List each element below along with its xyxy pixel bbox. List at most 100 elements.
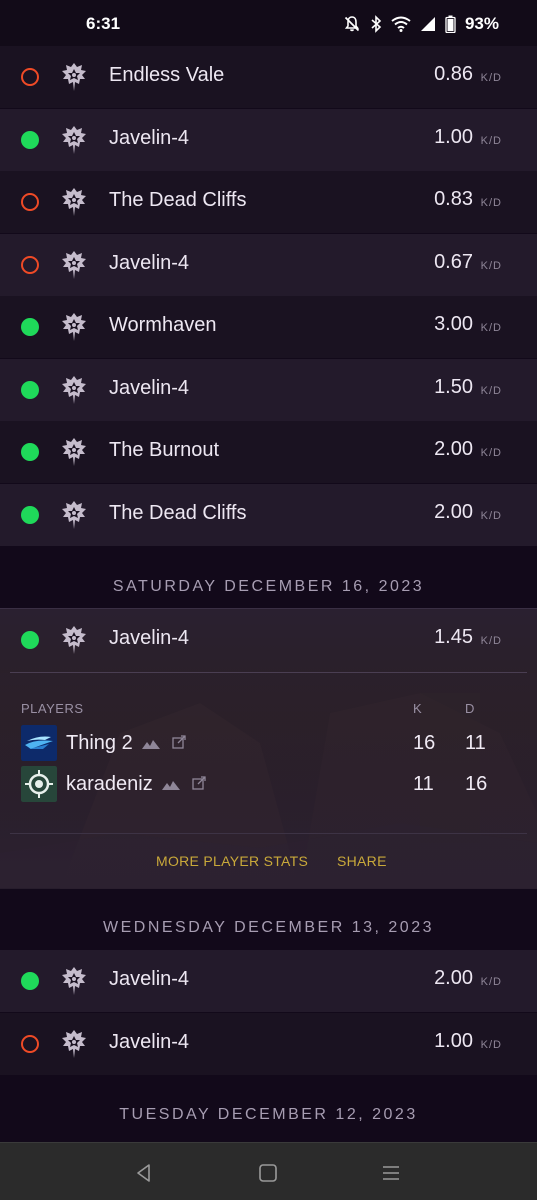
player-kills: 11	[413, 773, 434, 795]
win-indicator	[21, 130, 39, 149]
player-row[interactable]: karadeniz 11 16	[21, 766, 521, 802]
crucible-icon	[62, 188, 86, 216]
player-deaths: 16	[465, 773, 488, 795]
kd-unit: K/D	[480, 72, 502, 84]
status-icons: 93%	[343, 14, 499, 34]
map-name: Javelin-4	[109, 968, 190, 990]
kd-unit: K/D	[480, 447, 502, 459]
kd-value: 2.00	[434, 967, 473, 989]
map-name: Javelin-4	[109, 627, 190, 649]
map-name: Javelin-4	[109, 126, 190, 149]
map-name: Endless Vale	[109, 64, 225, 86]
mute-icon	[344, 16, 360, 32]
divider	[10, 672, 527, 673]
more-player-stats-button[interactable]: MORE PLAYER STATS	[156, 853, 308, 869]
kd-unit: K/D	[480, 197, 502, 209]
external-link-icon[interactable]	[192, 776, 206, 790]
loss-indicator	[21, 255, 39, 274]
kd-unit: K/D	[480, 384, 502, 397]
activity-row[interactable]: Endless Vale 0.86 K/D	[0, 46, 537, 108]
bluetooth-icon	[371, 15, 382, 33]
activity-history-screen: 6:31 93% Endless Vale 0.86 K/D Javelin-4…	[0, 0, 537, 1200]
activity-row[interactable]: Javelin-4 1.00 K/D	[0, 1012, 537, 1075]
system-navigation-bar	[0, 1142, 537, 1200]
status-bar: 6:31 93%	[0, 0, 537, 48]
kd-unit: K/D	[480, 635, 502, 647]
activity-row[interactable]: The Dead Cliffs 2.00 K/D	[0, 483, 537, 546]
platform-icon	[162, 781, 181, 790]
kd-unit: K/D	[480, 976, 502, 988]
player-emblem	[21, 766, 57, 802]
win-indicator	[21, 972, 39, 990]
kd-value: 2.00	[434, 500, 473, 523]
crucible-icon	[62, 500, 86, 529]
player-name[interactable]: Thing 2	[66, 732, 186, 755]
recents-icon[interactable]	[379, 1161, 403, 1185]
activity-row[interactable]: The Burnout 2.00 K/D	[0, 421, 537, 483]
players-heading: PLAYERS	[21, 701, 84, 716]
kd-value: 2.00	[434, 438, 473, 460]
kd-value: 1.50	[434, 375, 473, 398]
loss-indicator	[21, 1034, 39, 1053]
kd-value: 1.45	[434, 626, 473, 648]
win-indicator	[21, 318, 39, 336]
activity-row[interactable]: Javelin-4 2.00 K/D	[0, 950, 537, 1012]
kd-unit: K/D	[480, 322, 502, 334]
divider	[10, 833, 527, 834]
kd-value: 0.83	[434, 188, 473, 210]
player-deaths: 11	[465, 732, 486, 754]
deaths-column-heading: D	[465, 701, 475, 716]
crucible-icon	[62, 313, 86, 341]
status-time: 6:31	[86, 14, 121, 33]
expanded-activity-row[interactable]: Javelin-4 1.45 K/D	[0, 609, 537, 671]
activity-row[interactable]: Javelin-4 0.67 K/D	[0, 233, 537, 296]
activity-row[interactable]: Wormhaven 3.00 K/D	[0, 296, 537, 358]
map-name: Javelin-4	[109, 1030, 190, 1053]
kd-value: 0.86	[434, 63, 473, 85]
win-indicator	[21, 631, 39, 649]
player-row[interactable]: Thing 2 16 11	[21, 725, 521, 761]
kd-unit: K/D	[480, 259, 502, 272]
activity-row[interactable]: The Dead Cliffs 0.83 K/D	[0, 171, 537, 233]
kd-value: 1.00	[434, 1029, 473, 1052]
platform-icon	[142, 740, 161, 749]
kd-unit: K/D	[480, 1038, 502, 1051]
map-name: Wormhaven	[109, 314, 217, 336]
home-icon[interactable]	[256, 1161, 280, 1185]
kd-value: 3.00	[434, 313, 473, 335]
activity-row[interactable]: Javelin-4 1.00 K/D	[0, 108, 537, 171]
kd-value: 0.67	[434, 250, 473, 273]
crucible-icon	[62, 63, 86, 91]
crucible-icon	[62, 967, 86, 995]
loss-indicator	[21, 68, 39, 86]
back-icon[interactable]	[132, 1161, 156, 1185]
external-link-icon[interactable]	[172, 735, 186, 749]
win-indicator	[21, 443, 39, 461]
map-name: Javelin-4	[109, 251, 190, 274]
player-emblem	[21, 725, 57, 761]
crucible-icon	[62, 375, 86, 404]
share-button[interactable]: SHARE	[337, 853, 387, 869]
activity-row[interactable]: Javelin-4 1.50 K/D	[0, 358, 537, 421]
player-name[interactable]: karadeniz	[66, 773, 206, 796]
date-header: TUESDAY DECEMBER 12, 2023	[0, 1084, 537, 1146]
player-kills: 16	[413, 732, 436, 754]
battery-percentage: 93%	[464, 14, 499, 33]
crucible-icon	[62, 1029, 86, 1058]
loss-indicator	[21, 193, 39, 211]
map-name: The Dead Cliffs	[109, 501, 247, 524]
expanded-activity-card: Javelin-4 1.45 K/D PLAYERS K D Thing 2 1…	[0, 608, 537, 889]
win-indicator	[21, 380, 39, 399]
map-name: The Dead Cliffs	[109, 189, 247, 211]
kd-unit: K/D	[480, 134, 502, 147]
crucible-icon	[62, 125, 86, 154]
crucible-icon	[62, 250, 86, 279]
map-name: Javelin-4	[109, 376, 190, 399]
battery-icon	[445, 15, 456, 33]
wifi-icon	[391, 16, 411, 32]
signal-icon	[420, 17, 435, 31]
kills-column-heading: K	[413, 701, 422, 716]
map-name: The Burnout	[109, 439, 220, 461]
crucible-icon	[62, 438, 86, 466]
kd-value: 1.00	[434, 125, 473, 148]
